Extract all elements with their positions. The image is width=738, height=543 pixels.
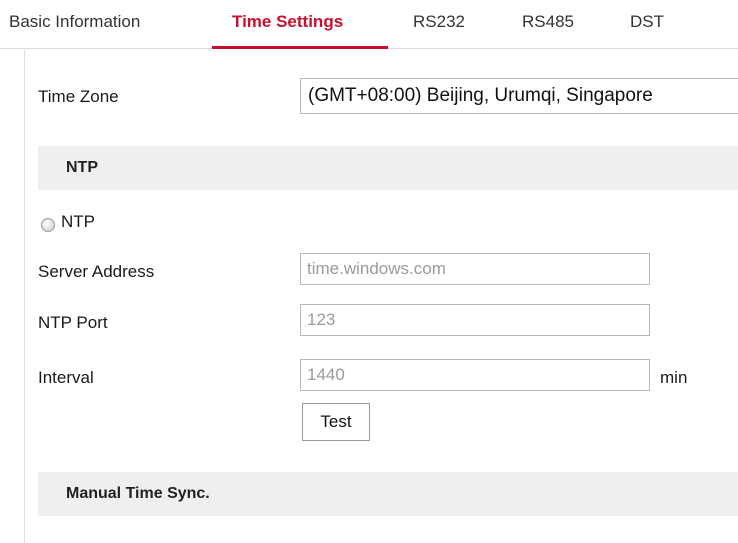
ntp-radio-label: NTP (61, 212, 95, 231)
time-zone-select[interactable]: (GMT+08:00) Beijing, Urumqi, Singapore (300, 78, 738, 114)
tab-rs232[interactable]: RS232 (413, 12, 465, 32)
tab-rs485[interactable]: RS485 (522, 12, 574, 32)
ntp-section-header: NTP (38, 146, 738, 190)
interval-label: Interval (38, 368, 94, 387)
ntp-port-field[interactable]: 123 (300, 304, 650, 336)
active-tab-indicator (212, 46, 388, 49)
interval-field[interactable]: 1440 (300, 359, 650, 391)
ntp-section-title: NTP (66, 159, 98, 176)
manual-time-sync-section-header: Manual Time Sync. (38, 472, 738, 516)
test-button[interactable]: Test (302, 403, 370, 441)
tab-time-settings[interactable]: Time Settings (232, 12, 343, 32)
ntp-radio[interactable] (41, 218, 55, 232)
tab-dst[interactable]: DST (630, 12, 664, 32)
time-zone-label: Time Zone (38, 87, 119, 106)
content-left-border (24, 50, 25, 543)
tab-bar: Basic Information Time Settings RS232 RS… (0, 0, 738, 50)
manual-time-sync-title: Manual Time Sync. (66, 485, 210, 502)
server-address-label: Server Address (38, 262, 155, 281)
tab-basic-information[interactable]: Basic Information (9, 12, 140, 32)
ntp-port-label: NTP Port (38, 313, 108, 332)
interval-unit: min (660, 368, 688, 387)
server-address-field[interactable]: time.windows.com (300, 253, 650, 285)
